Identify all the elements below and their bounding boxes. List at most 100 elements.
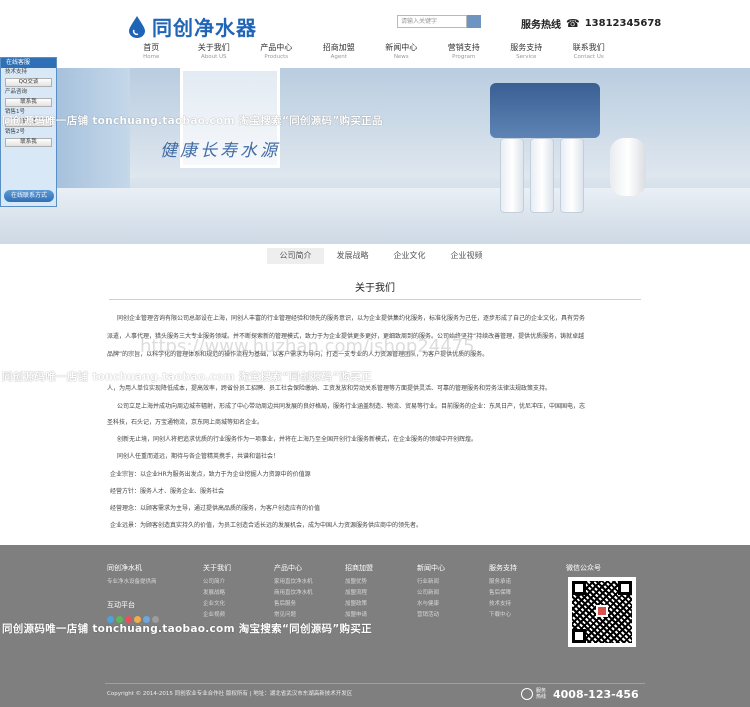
nav-label: 新闻中心 [385, 43, 418, 52]
watermark-text: 同创源码唯一店铺 tonchuang.taobao.com 淘宝搜索“同创源码”… [2, 371, 372, 383]
footer-col-title: 招商加盟 [345, 564, 373, 572]
wechat-qr-code [568, 577, 636, 647]
footer-col-news: 新闻中心 行业新闻 公司新闻 水与健康 营销活动 [417, 563, 445, 621]
hero-banner: 健康长寿水源 [0, 68, 750, 244]
paragraph: 圣科技，石头记，万宝通物流，京东网上商城等知名企业。 [107, 419, 264, 426]
tab-video[interactable]: 企业视频 [438, 248, 495, 264]
hotline-number: 13812345678 [584, 18, 662, 29]
tab-culture[interactable]: 企业文化 [381, 248, 438, 264]
nav-label: 招商加盟 [322, 43, 355, 52]
nav-label: 营销支持 [447, 43, 480, 52]
purifier-head [490, 83, 600, 138]
nav-item-program[interactable]: 营销支持 Program [433, 43, 496, 61]
contact-button[interactable]: 联系我 [5, 98, 52, 107]
interactive-platform-label: 互动平台 [107, 601, 135, 609]
contact-info-button[interactable]: 在线联系方式 [4, 190, 54, 202]
paragraph: 公司立足上海并成功向周边城市辐射，形成了中心带动周边共同发展的良好格局，服务行业… [117, 403, 586, 410]
footer-hotline-label: 服务热线 [536, 688, 547, 700]
copyright-text: Copyright © 2014-2015 同创农业专业合作社 版权所有 | 地… [107, 691, 353, 697]
phone-icon: ☎ [566, 17, 580, 30]
footer-brand-name: 同创净水机 [107, 564, 142, 572]
paragraph: 经营方针：服务人才、服务企业、服务社会 [110, 488, 225, 495]
qq-chat-button[interactable]: QQ交谈 [5, 78, 52, 87]
page-title: 关于我们 [109, 278, 641, 300]
footer-link[interactable]: 常见问题 [274, 610, 313, 621]
footer-col-agent: 招商加盟 加盟优势 加盟流程 加盟政策 加盟申请 [345, 563, 373, 621]
nav-sublabel: News [393, 54, 409, 60]
paragraph: 同创人任重而道远，期待与各企管精英携手，共谱和谐社会！ [117, 453, 280, 460]
tab-strategy[interactable]: 发展战略 [324, 248, 381, 264]
footer-link[interactable]: 企业视频 [203, 610, 231, 621]
footer-link[interactable]: 售后保障 [489, 588, 517, 599]
footer-col-service: 服务支持 服务承诺 售后保障 技术支持 下载中心 [489, 563, 517, 621]
footer-link[interactable]: 水与健康 [417, 599, 445, 610]
paragraph: 企业宗旨：以企业HR为服务出发点，致力于为企业挖掘人力资源中的价值源 [110, 471, 311, 478]
footer-link[interactable]: 加盟优势 [345, 577, 373, 588]
footer-brand-sub: 专业净水设备提供商 [107, 579, 157, 585]
nav-item-home[interactable]: 首页 Home [120, 43, 183, 61]
nav-label: 联系我们 [572, 43, 605, 52]
banner-slogan: 健康长寿水源 [160, 141, 280, 161]
nav-label: 首页 [143, 43, 160, 52]
footer-col-title: 关于我们 [203, 564, 231, 572]
nav-item-contact[interactable]: 联系我们 Contact Us [558, 43, 621, 61]
nav-sublabel: Products [264, 54, 289, 60]
footer-col-title: 产品中心 [274, 564, 302, 572]
watermark-text: 同创源码唯一店铺 tonchuang.taobao.com 淘宝搜索“同创源码”… [2, 623, 372, 635]
nav-item-service[interactable]: 服务支持 Service [495, 43, 558, 61]
footer-col-title: 新闻中心 [417, 564, 445, 572]
footer-link[interactable]: 加盟流程 [345, 588, 373, 599]
footer-divider [105, 683, 645, 684]
watermark-text: 同创源码唯一店铺 tonchuang.taobao.com 淘宝搜索“同创源码”… [2, 115, 383, 127]
nav-label: 产品中心 [260, 43, 293, 52]
nav-label: 服务支持 [510, 43, 543, 52]
brand-name: 同创净水器 [152, 16, 257, 40]
footer-link[interactable]: 技术支持 [489, 599, 517, 610]
footer-link[interactable]: 企业文化 [203, 599, 231, 610]
footer-link[interactable]: 家用直饮净水机 [274, 577, 313, 588]
contact-button[interactable]: 联系我 [5, 138, 52, 147]
site-header: 同创净水器 请输入关键字 服务热线 ☎ 13812345678 首页 Home 关… [0, 0, 750, 68]
wechat-label: 微信公众号 [566, 564, 601, 572]
footer-link[interactable]: 营销活动 [417, 610, 445, 621]
water-drop-icon [129, 15, 145, 38]
search-button[interactable] [467, 15, 481, 28]
footer-link[interactable]: 服务承诺 [489, 577, 517, 588]
purifier-cartridges [500, 138, 600, 213]
footer-link[interactable]: 加盟政策 [345, 599, 373, 610]
paragraph: 创新无止境，同创人将把追求优质的行业服务作为一项事业，并将在上海乃至全国开创行业… [117, 436, 478, 443]
search-input[interactable]: 请输入关键字 [397, 15, 467, 28]
footer-col-products: 产品中心 家用直饮净水机 商用直饮净水机 售后服务 常见问题 [274, 563, 313, 621]
water-purifier-image [480, 83, 646, 213]
nav-sublabel: Contact Us [573, 54, 604, 60]
footer-link[interactable]: 行业新闻 [417, 577, 445, 588]
nav-sublabel: About US [200, 54, 227, 60]
paragraph: 同创企业管理咨询有限公司总部设在上海，同创人丰富的行业管理经验和领先的服务意识，… [117, 315, 586, 322]
hotline-label: 服务热线 [521, 20, 561, 31]
footer-link[interactable]: 下载中心 [489, 610, 517, 621]
footer-link[interactable]: 公司简介 [203, 577, 231, 588]
purifier-tank [610, 138, 646, 196]
nav-item-news[interactable]: 新闻中心 News [370, 43, 433, 61]
footer-link[interactable]: 加盟申请 [345, 610, 373, 621]
footer-link[interactable]: 公司新闻 [417, 588, 445, 599]
panel-row: 销售2号 [5, 129, 25, 135]
nav-item-agent[interactable]: 招商加盟 Agent [308, 43, 371, 61]
phone-icon [521, 688, 533, 700]
nav-label: 关于我们 [197, 43, 230, 52]
panel-title: 在线客服 [1, 58, 56, 68]
paragraph: 企业远景：为顾客创造真实持久的价值，为员工创造合适长远的发展机会，成为中国人力资… [110, 522, 423, 529]
logo[interactable]: 同创净水器 [128, 12, 257, 41]
nav-item-products[interactable]: 产品中心 Products [245, 43, 308, 61]
tab-company-intro[interactable]: 公司简介 [267, 248, 324, 264]
panel-row: 产品咨询 [5, 89, 28, 95]
main-nav: 首页 Home 关于我们 About US 产品中心 Products 招商加盟 Age… [120, 43, 620, 61]
nav-sublabel: Home [143, 54, 160, 60]
footer-col-about: 关于我们 公司简介 发展战略 企业文化 企业视频 [203, 563, 231, 621]
footer-link[interactable]: 发展战略 [203, 588, 231, 599]
footer-brand: 同创净水机 专业净水设备提供商 互动平台 [107, 563, 157, 614]
footer-link[interactable]: 商用直饮净水机 [274, 588, 313, 599]
footer-link[interactable]: 售后服务 [274, 599, 313, 610]
nav-item-about[interactable]: 关于我们 About US [183, 43, 246, 61]
footer-wechat: 微信公众号 [566, 563, 601, 577]
